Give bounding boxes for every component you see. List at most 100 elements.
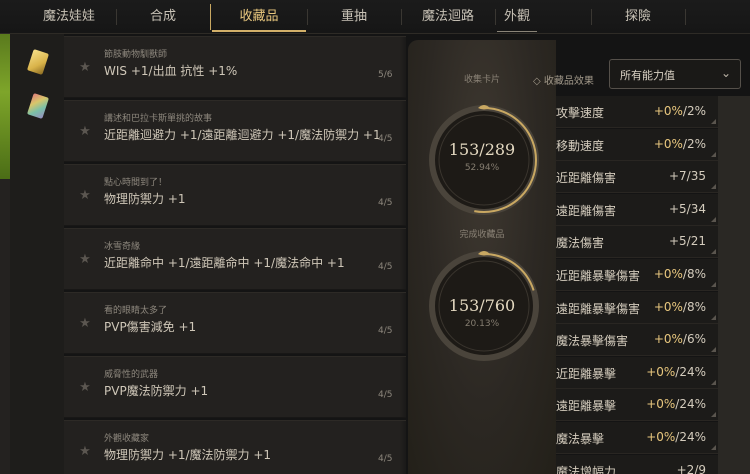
corner-mark xyxy=(711,347,716,353)
stat-value: +5/21 xyxy=(669,234,706,248)
rainbow-card-icon[interactable] xyxy=(24,92,52,120)
collection-title: 講述和巴拉卡斯單挑的故事 xyxy=(104,114,213,124)
collection-effect-label: ◇ 收藏品效果 xyxy=(533,76,594,87)
stat-value-max: /8% xyxy=(682,267,706,281)
stat-value: +5/34 xyxy=(669,202,706,216)
stat-name: 魔法暴擊 xyxy=(556,432,605,446)
stat-row: 魔法暴擊 +0%/24% xyxy=(556,422,718,454)
stat-value-current: +0% xyxy=(646,364,676,379)
stat-row: 遠距離暴擊傷害 +0%/8% xyxy=(556,291,718,324)
corner-mark xyxy=(711,445,716,450)
gold-card-icon xyxy=(26,49,50,75)
collection-progress-value: 153/760 xyxy=(448,296,516,315)
favorite-star-icon[interactable]: ★ xyxy=(78,317,92,331)
collection-effect: 物理防禦力 +1/魔法防禦力 +1 xyxy=(104,448,272,462)
row-edge-shade xyxy=(400,293,406,353)
stat-name: 魔法暴擊傷害 xyxy=(556,334,629,349)
stat-value-max: /24% xyxy=(675,397,706,412)
stat-value-max: +5/21 xyxy=(668,234,706,249)
stat-name: 魔法增幅力 xyxy=(556,464,617,474)
stat-value-max: +2/9 xyxy=(676,462,706,474)
top-tab-bar: 魔法娃娃 合成 收藏品 重抽 魔法迴路 外觀 探險 xyxy=(0,0,750,34)
background-strip-dark xyxy=(0,179,10,474)
collection-title: 看的眼睛太多了 xyxy=(104,306,168,316)
tab-separator xyxy=(210,4,211,30)
collection-row[interactable]: ★ 冰雪奇緣 近距離命中 +1/遠距離命中 +1/魔法命中 +1 4/5 xyxy=(64,228,406,290)
stat-value-max: /24% xyxy=(675,430,706,444)
tab-magic-circuit[interactable]: 魔法迴路 xyxy=(401,0,495,33)
stat-value-current: +0% xyxy=(653,136,683,151)
corner-mark xyxy=(711,119,716,124)
stat-row: 攻擊速度 +0%/2% xyxy=(556,96,718,128)
favorite-star-icon[interactable]: ★ xyxy=(78,189,92,203)
stat-filter-value: 所有能力值 xyxy=(620,69,675,82)
favorite-star-icon[interactable]: ★ xyxy=(78,445,92,459)
tab-appearance[interactable]: 外觀 xyxy=(497,0,537,33)
collection-title: 節肢動物馴獸師 xyxy=(104,50,168,60)
stat-value-max: /8% xyxy=(682,299,706,314)
stat-name: 近距離暴擊傷害 xyxy=(556,269,641,283)
favorite-star-icon[interactable]: ★ xyxy=(78,61,92,75)
collection-effect: 物理防禦力 +1 xyxy=(104,192,186,206)
stat-row: 近距離暴擊傷害 +0%/8% xyxy=(556,259,718,291)
collection-row[interactable]: ★ 看的眼睛太多了 PVP傷害減免 +1 4/5 xyxy=(64,292,406,354)
card-progress-percent: 52.94% xyxy=(464,163,500,173)
tab-separator xyxy=(495,9,496,25)
favorite-star-icon[interactable]: ★ xyxy=(78,381,92,395)
corner-mark xyxy=(711,151,716,157)
collection-title: 點心時間到了！ xyxy=(104,178,168,188)
tab-reroll[interactable]: 重抽 xyxy=(307,0,401,33)
stat-effect-list: 攻擊速度 +0%/2% 移動速度 +0%/2% 近距離傷害 +7/35 遠距離傷害 +5/34… xyxy=(556,96,718,474)
collection-count: 4/5 xyxy=(378,198,393,208)
stat-value: +0%/24% xyxy=(646,397,706,411)
corner-mark xyxy=(711,249,716,255)
favorite-star-icon[interactable]: ★ xyxy=(78,253,92,267)
corner-mark xyxy=(711,314,716,320)
card-collection-icon[interactable] xyxy=(24,48,52,76)
stat-row: 遠距離傷害 +5/34 xyxy=(556,193,718,226)
collection-effect: WIS +1/出血 抗性 +1% xyxy=(104,64,238,78)
collection-progress-percent: 20.13% xyxy=(464,319,500,329)
stat-value-max: /24% xyxy=(675,364,706,379)
rainbow-card-icon-shape xyxy=(26,93,50,119)
stat-value-current: +0% xyxy=(646,397,676,412)
row-edge-shade xyxy=(400,101,406,161)
stat-row: 近距離暴擊 +0%/24% xyxy=(556,356,718,389)
tab-magic-doll[interactable]: 魔法娃娃 xyxy=(14,0,124,33)
collection-title: 冰雪奇緣 xyxy=(104,242,141,252)
stat-value: +0%/24% xyxy=(646,365,706,379)
collection-effect: PVP傷害減免 +1 xyxy=(104,320,197,334)
stat-value: +7/35 xyxy=(669,169,706,183)
stat-value-current: +0% xyxy=(653,267,683,281)
stat-name: 遠距離暴擊傷害 xyxy=(556,301,641,316)
stat-value: +0%/8% xyxy=(654,267,706,281)
stat-value: +0%/2% xyxy=(654,104,706,118)
stat-value: +0%/6% xyxy=(654,332,706,346)
chevron-down-icon: ⌄ xyxy=(720,66,731,80)
card-progress-value: 153/289 xyxy=(448,140,516,159)
collection-count: 4/5 xyxy=(378,454,393,464)
collection-row[interactable]: ★ 威脅性的武器 PVP魔法防禦力 +1 4/5 xyxy=(64,356,406,418)
stat-value-current: +0% xyxy=(653,104,683,118)
stat-name: 遠距離暴擊 xyxy=(556,399,617,414)
collection-effect: PVP魔法防禦力 +1 xyxy=(104,384,209,398)
stat-name: 攻擊速度 xyxy=(556,106,605,120)
row-edge-shade xyxy=(400,421,406,474)
tab-exploration[interactable]: 探險 xyxy=(591,0,685,33)
stat-filter-dropdown[interactable]: 所有能力值 ⌄ xyxy=(609,59,741,89)
stat-value-current: +0% xyxy=(646,430,676,444)
collection-title: 外觀收藏家 xyxy=(104,434,150,444)
stat-value-max: +7/35 xyxy=(668,169,706,184)
stat-row: 魔法傷害 +5/21 xyxy=(556,226,718,259)
collection-row[interactable]: ★ 講述和巴拉卡斯單挑的故事 近距離迴避力 +1/遠距離迴避力 +1/魔法防禦力 +… xyxy=(64,100,406,162)
collection-count: 4/5 xyxy=(378,390,393,400)
tab-synthesis[interactable]: 合成 xyxy=(116,0,210,33)
corner-mark xyxy=(711,379,716,385)
row-edge-shade xyxy=(400,357,406,417)
favorite-star-icon[interactable]: ★ xyxy=(78,125,92,139)
collection-row[interactable]: ★ 外觀收藏家物理防禦力 +1/魔法防禦力 +1 4/5 xyxy=(64,420,406,474)
collection-effect: 近距離命中 +1/遠距離命中 +1/魔法命中 +1 xyxy=(104,256,345,270)
collection-row[interactable]: ★ 點心時間到了！ 物理防禦力 +1 4/5 xyxy=(64,164,406,226)
tab-collection[interactable]: 收藏品 xyxy=(212,0,306,33)
collection-row[interactable]: ★ 節肢動物馴獸師 WIS +1/出血 抗性 +1% 5/6 xyxy=(64,36,406,98)
